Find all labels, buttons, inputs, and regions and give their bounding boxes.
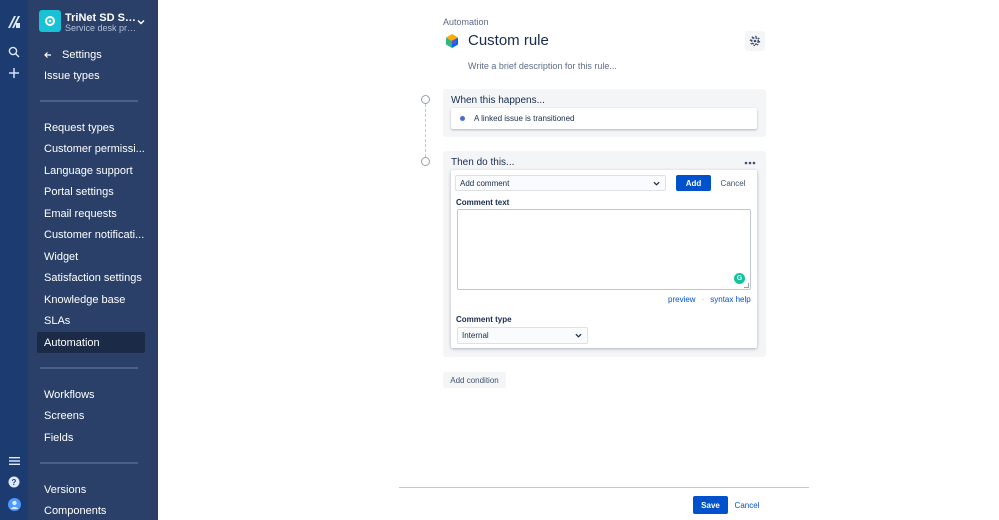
trigger-label: A linked issue is transitioned (474, 114, 575, 123)
action-heading: Then do this... (451, 157, 515, 168)
sidebar-item-workflows[interactable]: Workflows (37, 384, 145, 405)
rule-description-input[interactable]: Write a brief description for this rule.… (468, 61, 617, 71)
project-switcher[interactable]: TriNet SD Supp... Service desk proje... (39, 10, 149, 34)
sidebar-item-fields[interactable]: Fields (37, 427, 145, 448)
trigger-status-dot (460, 116, 465, 121)
sidebar-item-components[interactable]: Components (37, 500, 145, 520)
sidebar-item-language-support[interactable]: Language support (37, 160, 145, 181)
add-condition-button[interactable]: Add condition (443, 372, 506, 388)
comment-links: preview · syntax help (668, 295, 751, 304)
sidebar-item-automation[interactable]: Automation (37, 332, 145, 353)
plus-icon[interactable] (4, 63, 24, 83)
trigger-card[interactable]: A linked issue is transitioned (451, 108, 757, 129)
global-nav-rail: ? (0, 0, 28, 520)
comment-type-value: Internal (462, 331, 489, 340)
sidebar-item-screens[interactable]: Screens (37, 405, 145, 426)
action-editor: Add comment Add Cancel Comment text G pr… (451, 170, 757, 348)
avatar-icon[interactable] (4, 494, 24, 514)
action-type-select[interactable]: Add comment (455, 175, 666, 191)
main-content: Automation Custom rule Write a brief des… (158, 0, 999, 520)
sidebar-divider (40, 100, 138, 102)
jira-logo-icon[interactable] (4, 12, 24, 32)
footer-cancel-button[interactable]: Cancel (732, 496, 762, 514)
page-title[interactable]: Custom rule (468, 32, 549, 49)
comment-type-select[interactable]: Internal (457, 327, 588, 344)
gear-icon[interactable] (745, 31, 765, 51)
preview-link[interactable]: preview (668, 295, 696, 304)
comment-text-input[interactable]: G (457, 209, 751, 290)
project-type: Service desk proje... (65, 23, 137, 33)
add-button[interactable]: Add (676, 175, 711, 191)
sidebar-divider (40, 367, 138, 369)
chevron-down-icon (575, 332, 582, 341)
save-button[interactable]: Save (693, 496, 728, 514)
more-icon[interactable] (744, 158, 756, 165)
comment-text-label: Comment text (456, 198, 510, 207)
resize-handle[interactable] (744, 283, 749, 288)
cancel-button[interactable]: Cancel (713, 175, 753, 191)
project-avatar (39, 10, 61, 32)
back-to-settings[interactable]: Settings (44, 48, 102, 62)
svg-text:?: ? (12, 478, 17, 487)
sidebar-item-knowledge-base[interactable]: Knowledge base (37, 289, 145, 310)
action-type-value: Add comment (460, 178, 510, 188)
help-icon[interactable]: ? (4, 472, 24, 492)
sidebar-item-customer-notifications[interactable]: Customer notificati... (37, 224, 145, 245)
rule-icon (443, 32, 461, 50)
project-sidebar: TriNet SD Supp... Service desk proje... … (28, 0, 158, 520)
chevron-down-icon (137, 15, 145, 29)
timeline-connector (425, 104, 426, 157)
sidebar-item-customer-permissions[interactable]: Customer permissi... (37, 138, 145, 159)
sidebar-item-email-requests[interactable]: Email requests (37, 203, 145, 224)
arrow-left-icon (44, 48, 52, 62)
hamburger-icon[interactable] (4, 451, 24, 471)
sidebar-item-slas[interactable]: SLAs (37, 310, 145, 331)
timeline-node-action (421, 157, 430, 166)
sidebar-item-satisfaction-settings[interactable]: Satisfaction settings (37, 267, 145, 288)
chevron-down-icon (653, 180, 660, 189)
footer-divider (399, 487, 809, 488)
comment-type-label: Comment type (456, 315, 512, 324)
timeline-node-trigger (421, 95, 430, 104)
sidebar-item-request-types[interactable]: Request types (37, 117, 145, 138)
breadcrumb[interactable]: Automation (443, 17, 489, 27)
sidebar-item-issue-types[interactable]: Issue types (37, 65, 145, 86)
sidebar-item-portal-settings[interactable]: Portal settings (37, 181, 145, 202)
trigger-section: When this happens... A linked issue is t… (443, 89, 766, 137)
sidebar-divider (40, 462, 138, 464)
back-label: Settings (62, 49, 102, 61)
action-section: Then do this... Add comment Add Cancel C… (443, 151, 766, 357)
trigger-heading: When this happens... (451, 95, 545, 106)
sidebar-item-versions[interactable]: Versions (37, 479, 145, 500)
link-separator: · (701, 295, 705, 304)
sidebar-item-widget[interactable]: Widget (37, 246, 145, 267)
syntax-help-link[interactable]: syntax help (710, 295, 750, 304)
search-icon[interactable] (4, 42, 24, 62)
